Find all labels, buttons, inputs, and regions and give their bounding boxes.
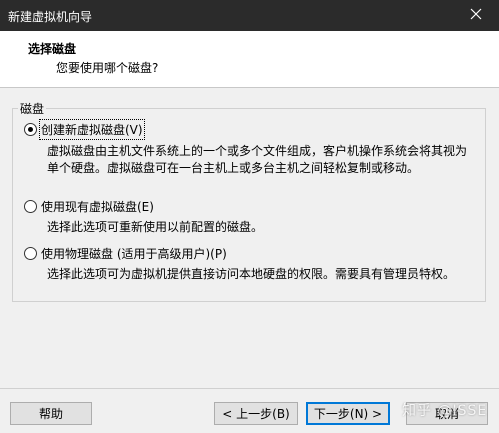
page-title: 选择磁盘 <box>28 42 77 56</box>
radio-label[interactable]: 创建新虚拟磁盘(V) <box>39 119 145 140</box>
description-line: 单个硬盘。虚拟磁盘可在一台主机上或多台主机之间轻松复制或移动。 <box>47 161 420 175</box>
option-description: 虚拟磁盘由主机文件系统上的一个或多个文件组成，客户机操作系统会将其视为 单个硬盘… <box>47 143 477 177</box>
description-line: 选择此选项可重新使用以前配置的磁盘。 <box>47 220 264 234</box>
close-button[interactable] <box>453 0 499 31</box>
radio-label[interactable]: 使用现有虚拟磁盘(E) <box>41 198 154 215</box>
next-button[interactable]: 下一步(N) > <box>306 402 390 425</box>
page-subtitle: 您要使用哪个磁盘? <box>56 61 159 75</box>
description-line: 选择此选项可为虚拟机提供直接访问本地硬盘的权限。需要具有管理员特权。 <box>47 267 456 281</box>
help-button[interactable]: 帮助 <box>10 402 92 425</box>
radio-button-checked[interactable] <box>24 123 37 136</box>
radio-use-existing-disk[interactable]: 使用现有虚拟磁盘(E) <box>24 198 154 215</box>
wizard-header: 选择磁盘 您要使用哪个磁盘? <box>0 31 499 88</box>
groupbox-label: 磁盘 <box>18 100 47 117</box>
title-bar: 新建虚拟机向导 <box>0 0 499 31</box>
description-line: 虚拟磁盘由主机文件系统上的一个或多个文件组成，客户机操作系统会将其视为 <box>47 144 468 158</box>
radio-button[interactable] <box>24 247 37 260</box>
radio-label[interactable]: 使用物理磁盘 (适用于高级用户)(P) <box>41 245 227 262</box>
radio-use-physical-disk[interactable]: 使用物理磁盘 (适用于高级用户)(P) <box>24 245 227 262</box>
radio-create-new-disk[interactable]: 创建新虚拟磁盘(V) <box>24 119 145 140</box>
watermark: 知乎 @ISSE <box>402 403 488 419</box>
option-description: 选择此选项可重新使用以前配置的磁盘。 <box>47 219 477 236</box>
radio-button[interactable] <box>24 200 37 213</box>
close-icon <box>470 8 482 23</box>
option-description: 选择此选项可为虚拟机提供直接访问本地硬盘的权限。需要具有管理员特权。 <box>47 266 477 283</box>
footer-divider <box>0 388 499 389</box>
window-title: 新建虚拟机向导 <box>8 10 93 24</box>
back-button[interactable]: < 上一步(B) <box>214 402 298 425</box>
